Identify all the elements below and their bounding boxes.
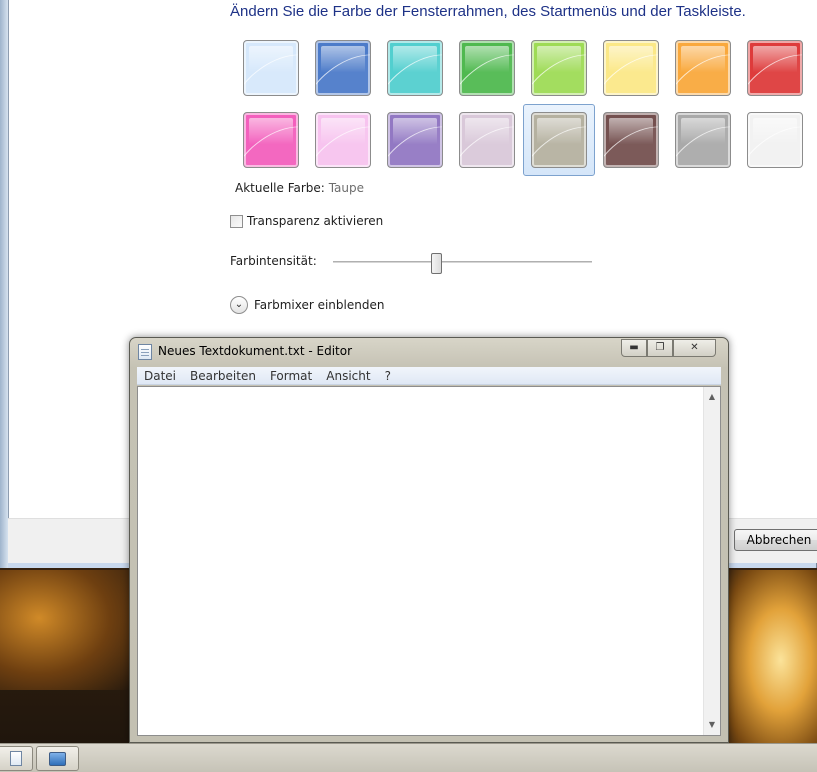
color-swatch[interactable]: [675, 112, 731, 168]
notepad-window: Neues Textdokument.txt - Editor ▬ ❐ ✕ Da…: [129, 337, 729, 743]
color-swatch[interactable]: [387, 112, 443, 168]
close-icon[interactable]: ✕: [673, 339, 716, 357]
intensity-label: Farbintensität:: [230, 254, 317, 268]
color-swatch[interactable]: [603, 40, 659, 96]
menu-item-ansicht[interactable]: Ansicht: [326, 369, 370, 383]
menu-bar: Datei Bearbeiten Format Ansicht ?: [137, 367, 721, 385]
window-title: Neues Textdokument.txt - Editor: [158, 344, 353, 358]
taskbar: [0, 743, 817, 772]
color-swatch[interactable]: [459, 112, 515, 168]
chevron-down-icon[interactable]: ⌄: [230, 296, 248, 314]
wallpaper-nebula-left: [0, 570, 130, 690]
taskbar-control-panel-button[interactable]: [36, 746, 79, 771]
menu-item-help[interactable]: ?: [385, 369, 391, 383]
transparency-option[interactable]: Transparenz aktivieren: [230, 214, 383, 228]
minimize-icon[interactable]: ▬: [621, 339, 647, 357]
color-swatch[interactable]: [747, 112, 803, 168]
transparency-label[interactable]: Transparenz aktivieren: [247, 214, 383, 228]
text-editor-area[interactable]: ▲ ▼: [137, 386, 721, 736]
color-swatch[interactable]: [531, 112, 587, 168]
color-swatch-grid: [243, 40, 808, 170]
color-mixer-label[interactable]: Farbmixer einblenden: [254, 298, 384, 312]
scroll-down-icon[interactable]: ▼: [704, 717, 720, 733]
intensity-slider-track[interactable]: [333, 261, 592, 263]
color-swatch[interactable]: [315, 40, 371, 96]
color-swatch[interactable]: [747, 40, 803, 96]
transparency-checkbox[interactable]: [230, 214, 243, 228]
current-color-label: Aktuelle Farbe:: [235, 181, 325, 195]
notepad-icon: [138, 344, 152, 360]
notepad-icon: [10, 751, 22, 766]
maximize-icon[interactable]: ❐: [647, 339, 673, 357]
window-frame: [0, 0, 8, 568]
color-mixer-toggle[interactable]: ⌄ Farbmixer einblenden: [230, 296, 384, 314]
intensity-slider-thumb[interactable]: [430, 253, 442, 274]
color-swatch[interactable]: [675, 40, 731, 96]
menu-item-format[interactable]: Format: [270, 369, 312, 383]
color-swatch[interactable]: [459, 40, 515, 96]
wallpaper-nebula-right: [726, 570, 817, 750]
menu-item-bearbeiten[interactable]: Bearbeiten: [190, 369, 256, 383]
scroll-up-icon[interactable]: ▲: [704, 389, 720, 405]
cancel-button[interactable]: Abbrechen: [734, 529, 817, 551]
color-swatch[interactable]: [243, 40, 299, 96]
menu-item-datei[interactable]: Datei: [144, 369, 176, 383]
control-panel-icon: [49, 751, 66, 766]
color-swatch[interactable]: [531, 40, 587, 96]
color-swatch[interactable]: [315, 112, 371, 168]
color-swatch[interactable]: [603, 112, 659, 168]
current-color-value: Taupe: [328, 181, 364, 195]
taskbar-notepad-button[interactable]: [0, 746, 33, 771]
vertical-scrollbar[interactable]: ▲ ▼: [703, 387, 720, 735]
page-title: Ändern Sie die Farbe der Fensterrahmen, …: [230, 3, 746, 20]
current-color: Aktuelle Farbe: Taupe: [235, 181, 364, 195]
color-swatch[interactable]: [387, 40, 443, 96]
color-swatch[interactable]: [243, 112, 299, 168]
